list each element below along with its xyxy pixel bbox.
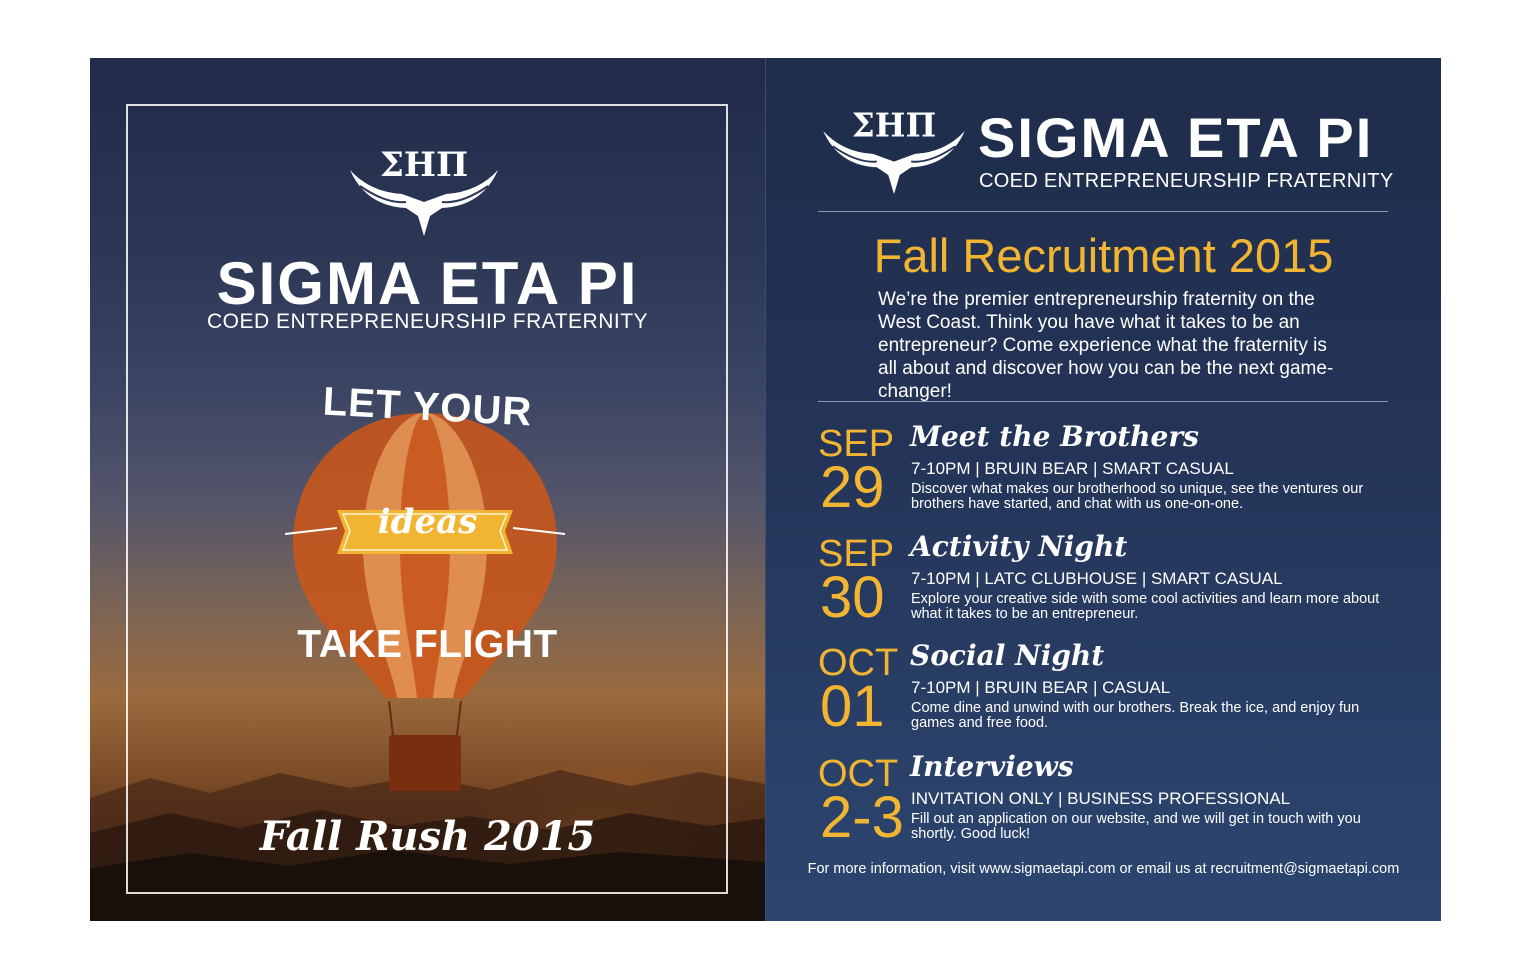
- brand-tagline: COED ENTREPRENEURSHIP FRATERNITY: [206, 310, 649, 333]
- logo-letters: ΣΗΠ: [852, 108, 936, 145]
- front-panel: ΣΗΠ SIGMA ETA PI COED ENTREPRENEURSHIP F…: [90, 58, 765, 921]
- event-description: Explore your creative side with some coo…: [911, 591, 1380, 622]
- event-item: SEP 30 Activity Night 7-10PM | LATC CLUB…: [818, 530, 1398, 646]
- event-name: Activity Night: [910, 530, 1128, 563]
- eagle-logo-icon: ΣΗΠ: [350, 146, 498, 236]
- event-description: Discover what makes our brotherhood so u…: [911, 481, 1364, 512]
- back-panel: ΣΗΠ SIGMA ETA PI COED ENTREPRENEURSHIP F…: [765, 58, 1441, 921]
- event-details: INVITATION ONLY | BUSINESS PROFESSIONAL: [911, 789, 1291, 808]
- event-name: Interviews: [910, 750, 1074, 783]
- brand-tagline: COED ENTREPRENEURSHIP FRATERNITY: [979, 170, 1394, 192]
- headline-ideas: ideas: [377, 502, 478, 542]
- event-item: OCT 2-3 Interviews INVITATION ONLY | BUS…: [818, 750, 1398, 866]
- flyer: ΣΗΠ SIGMA ETA PI COED ENTREPRENEURSHIP F…: [90, 58, 1441, 921]
- event-day: 2-3: [820, 785, 904, 850]
- event-item: OCT 01 Social Night 7-10PM | BRUIN BEAR …: [818, 639, 1398, 755]
- fall-rush-title: Fall Rush 2015: [259, 813, 596, 860]
- eagle-logo-icon: ΣΗΠ: [823, 108, 965, 195]
- event-details: 7-10PM | BRUIN BEAR | SMART CASUAL: [911, 459, 1234, 478]
- headline-take-flight: TAKE FLIGHT: [297, 623, 558, 666]
- event-description: Come dine and unwind with our brothers. …: [911, 700, 1360, 731]
- divider: [818, 211, 1388, 212]
- contact-footer[interactable]: For more information, visit www.sigmaeta…: [766, 861, 1441, 877]
- event-day: 01: [820, 674, 885, 739]
- event-name: Meet the Brothers: [910, 420, 1199, 453]
- event-day: 29: [820, 455, 885, 520]
- intro-paragraph: We’re the premier entrepreneurship frate…: [878, 289, 1334, 402]
- brand-title: SIGMA ETA PI: [978, 106, 1374, 169]
- event-description: Fill out an application on our website, …: [911, 811, 1361, 842]
- event-item: SEP 29 Meet the Brothers 7-10PM | BRUIN …: [818, 420, 1398, 536]
- brand-title: SIGMA ETA PI: [216, 250, 639, 317]
- logo-letters: ΣΗΠ: [380, 146, 468, 185]
- divider: [818, 401, 1388, 402]
- event-day: 30: [820, 565, 885, 630]
- event-name: Social Night: [910, 639, 1105, 672]
- event-details: 7-10PM | LATC CLUBHOUSE | SMART CASUAL: [911, 569, 1283, 588]
- hot-air-balloon-icon: [293, 413, 557, 791]
- recruitment-heading: Fall Recruitment 2015: [873, 229, 1334, 282]
- event-details: 7-10PM | BRUIN BEAR | CASUAL: [911, 678, 1171, 697]
